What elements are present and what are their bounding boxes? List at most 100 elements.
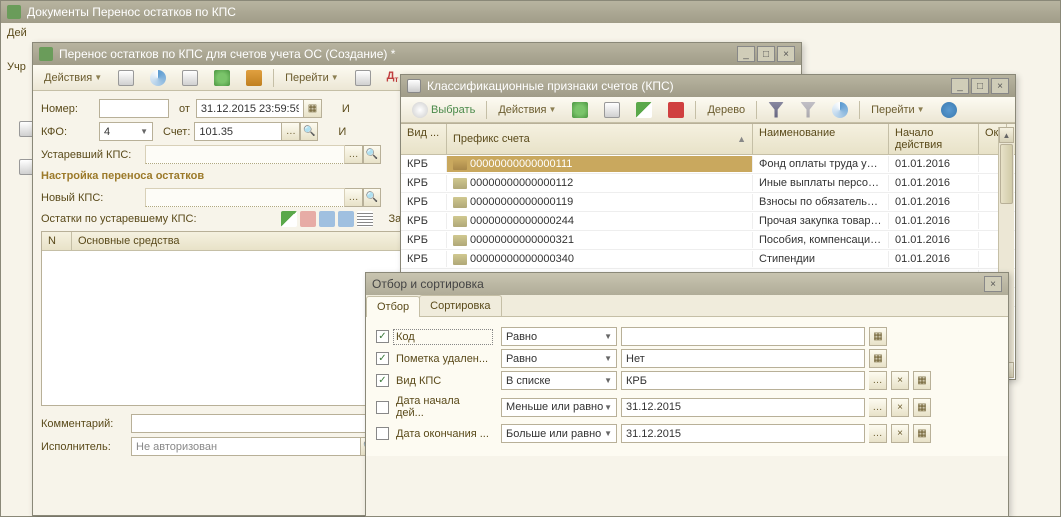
new-kps-label: Новый КПС: [41,192,141,204]
doc-goto-btn[interactable]: Перейти▼ [278,68,346,88]
filter-value-input[interactable]: 31.12.2015 [621,398,865,417]
app-icon [7,5,21,19]
filter-clear-btn[interactable]: × [891,371,909,390]
kps-filter-btn[interactable] [761,100,791,120]
doc-col-n[interactable]: N [42,232,72,250]
doc-max-btn[interactable]: □ [757,46,775,62]
filter-checkbox[interactable] [376,427,389,440]
filter-row: ✓ Код Равно▼ ▦ [376,327,998,346]
kps-min-btn[interactable]: _ [951,78,969,94]
kps-del-btn[interactable] [661,100,691,120]
new-kps-search-btn[interactable]: 🔍 [363,188,381,207]
scroll-up-btn[interactable]: ▲ [999,127,1014,143]
kps-titlebar: Классификационные признаки счетов (КПС) … [401,75,1015,97]
table-row[interactable]: КРБ00000000000000340Стипендии01.01.2016 [401,250,1015,269]
filter-cal-btn[interactable]: ▦ [913,371,931,390]
table-row[interactable]: КРБ00000000000000321Пособия, компенсации… [401,231,1015,250]
filter-checkbox[interactable]: ✓ [376,352,389,365]
doc-tbtn-3[interactable] [175,68,205,88]
number-input[interactable] [99,99,169,118]
old-kps-search-btn[interactable]: 🔍 [363,145,381,164]
doc-tbtn-5[interactable] [239,68,269,88]
filter-open-btn[interactable]: … [869,424,887,443]
kps-goto-btn[interactable]: Перейти▼ [864,100,932,120]
kps-max-btn[interactable]: □ [971,78,989,94]
kps-actions-btn[interactable]: Действия▼ [491,100,563,120]
filter-checkbox[interactable]: ✓ [376,374,389,387]
kps-toolbar: Выбрать Действия▼ Дерево Перейти▼ [401,97,1015,123]
filter-cond-select[interactable]: Меньше или равно▼ [501,398,617,417]
filter-value-input[interactable] [621,327,865,346]
doc-tbtn-1[interactable] [111,68,141,88]
old-kps-input[interactable] [145,145,345,164]
filter-cond-select[interactable]: Больше или равно▼ [501,424,617,443]
filter-value-input[interactable]: КРБ [621,371,865,390]
kps-edit-btn[interactable] [629,100,659,120]
comment-input[interactable] [131,414,376,433]
account-open-btn[interactable]: … [282,122,300,141]
kps-add-btn[interactable] [565,100,595,120]
filter-field-label: Дата окончания ... [393,426,493,442]
filter-value-input[interactable]: Нет [621,349,865,368]
kps-copy-btn[interactable] [597,100,627,120]
date-picker-btn[interactable]: ▦ [304,99,322,118]
doc-min-btn[interactable]: _ [737,46,755,62]
filter-open-btn[interactable]: … [869,398,887,417]
account-search-btn[interactable]: 🔍 [300,122,318,141]
kps-refresh-btn[interactable] [825,100,855,120]
kps-col-date[interactable]: Начало действия [889,124,979,154]
kps-select-btn[interactable]: Выбрать [405,100,482,120]
doc-tbtn-2[interactable] [143,68,173,88]
cut-label-1: И [342,103,350,115]
filter-value-input[interactable]: 31.12.2015 [621,424,865,443]
filter-cond-select[interactable]: Равно▼ [501,349,617,368]
table-row[interactable]: КРБ00000000000000244Прочая закупка товар… [401,212,1015,231]
tab-sort[interactable]: Сортировка [419,295,501,316]
table-row[interactable]: КРБ00000000000000111Фонд оплаты труда уч… [401,155,1015,174]
filter-cond-select[interactable]: В списке▼ [501,371,617,390]
table-row[interactable]: КРБ00000000000000119Взносы по обязательн… [401,193,1015,212]
filter-checkbox[interactable] [376,401,389,414]
kps-close-btn[interactable]: × [991,78,1009,94]
kfo-select[interactable]: 4▼ [99,122,153,141]
doc-icon [39,47,53,61]
kps-col-prefix[interactable]: Префикс счета▲ [447,124,753,154]
new-kps-input[interactable] [145,188,345,207]
filter-cal-btn[interactable]: ▦ [913,398,931,417]
doc-close-btn[interactable]: × [777,46,795,62]
table-row[interactable]: КРБ00000000000000112Иные выплаты персона… [401,174,1015,193]
date-input[interactable] [196,99,304,118]
filter-field-label: Код [393,329,493,345]
row-sort-icon[interactable] [357,211,373,227]
tab-filter[interactable]: Отбор [366,296,420,317]
doc-tbtn-6[interactable] [348,68,378,88]
kps-col-vid[interactable]: Вид ... [401,124,447,154]
kps-filter-off-btn[interactable] [793,100,823,120]
row-edit-icon[interactable] [281,211,297,227]
doc-actions-btn[interactable]: Действия▼ [37,68,109,88]
old-kps-open-btn[interactable]: … [345,145,363,164]
kps-tree-btn[interactable]: Дерево [700,100,752,120]
filter-cal-btn[interactable]: ▦ [869,349,887,368]
filter-titlebar: Отбор и сортировка × [366,273,1008,295]
account-input[interactable] [194,122,282,141]
main-titlebar: Документы Перенос остатков по КПС [1,1,1060,23]
kps-col-name[interactable]: Наименование [753,124,889,154]
filter-clear-btn[interactable]: × [891,398,909,417]
row-down-icon[interactable] [338,211,354,227]
filter-open-btn[interactable]: … [869,371,887,390]
filter-cal-btn[interactable]: ▦ [869,327,887,346]
comment-label: Комментарий: [41,418,127,430]
doc-tbtn-4[interactable] [207,68,237,88]
scroll-thumb[interactable] [1000,144,1013,204]
filter-cal-btn[interactable]: ▦ [913,424,931,443]
performer-input[interactable] [131,437,361,456]
filter-clear-btn[interactable]: × [891,424,909,443]
row-del-icon[interactable] [300,211,316,227]
filter-checkbox[interactable]: ✓ [376,330,389,343]
filter-cond-select[interactable]: Равно▼ [501,327,617,346]
kps-help-btn[interactable] [934,100,964,120]
filter-close-btn[interactable]: × [984,276,1002,292]
new-kps-open-btn[interactable]: … [345,188,363,207]
row-up-icon[interactable] [319,211,335,227]
